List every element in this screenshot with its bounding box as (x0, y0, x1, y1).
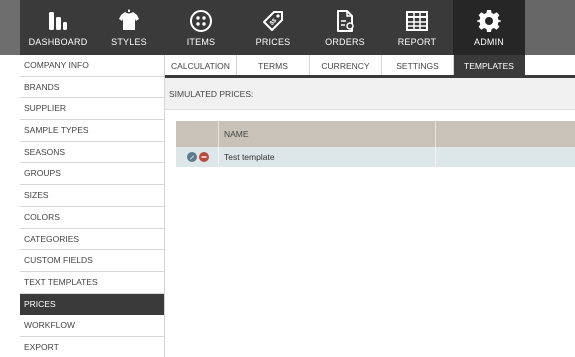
edit-icon[interactable] (187, 152, 197, 162)
sidebar-item-brands[interactable]: BRANDS (20, 76, 164, 99)
nav-report[interactable]: REPORT (379, 0, 455, 55)
nav-items[interactable]: ITEMS (163, 0, 239, 55)
nav-left-strip (0, 0, 20, 55)
nav-dashboard[interactable]: DASHBOARD (20, 0, 96, 55)
row-actions (176, 147, 219, 167)
tab-settings[interactable]: SETTINGS (382, 55, 454, 75)
sidebar-item-colors[interactable]: COLORS (20, 206, 164, 229)
tab-currency[interactable]: CURRENCY (310, 55, 382, 75)
nav-right-strip (525, 0, 575, 55)
shirt-icon (119, 9, 139, 30)
nav-admin-label: ADMIN (474, 37, 504, 47)
tab-terms[interactable]: TERMS (237, 55, 310, 75)
delete-icon[interactable] (199, 152, 209, 162)
row-name-cell: Test template (219, 147, 436, 167)
nav-prices-label: PRICES (255, 37, 291, 47)
price-tag-icon: $$ (263, 11, 283, 31)
name-column-header[interactable]: NAME (219, 121, 436, 147)
sidebar-item-prices[interactable]: PRICES (20, 293, 164, 316)
sidebar-item-sample-types[interactable]: SAMPLE TYPES (20, 120, 164, 142)
gear-icon (477, 10, 501, 32)
nav-prices[interactable]: $$ PRICES (235, 0, 311, 55)
dashboard-bars-icon (49, 12, 67, 30)
button-icon (190, 10, 212, 32)
name-column-header-label: NAME (224, 129, 249, 139)
sidebar-item-groups[interactable]: GROUPS (20, 163, 164, 186)
tab-calculation[interactable]: CALCULATION (165, 55, 237, 75)
templates-table: NAME Test template (176, 121, 575, 167)
nav-orders[interactable]: ORDERS (307, 0, 383, 55)
sidebar-item-export[interactable]: EXPORT (20, 336, 164, 357)
top-navigation: DASHBOARD STYLES ITEMS $$ PRICES ORDERS … (0, 0, 575, 55)
tab-templates[interactable]: TEMPLATES (454, 55, 525, 75)
sidebar-item-workflow[interactable]: WORKFLOW (20, 315, 164, 337)
sidebar-item-sizes[interactable]: SIZES (20, 185, 164, 207)
sidebar-item-seasons[interactable]: SEASONS (20, 141, 164, 164)
table-grid-icon (406, 11, 428, 31)
sidebar-item-custom-fields[interactable]: CUSTOM FIELDS (20, 250, 164, 272)
nav-items-label: ITEMS (186, 37, 216, 47)
sidebar-item-categories[interactable]: CATEGORIES (20, 228, 164, 251)
nav-styles-label: STYLES (111, 37, 147, 47)
admin-sidebar: COMPANY INFO BRANDS SUPPLIER SAMPLE TYPE… (20, 55, 165, 357)
prices-tabs: CALCULATION TERMS CURRENCY SETTINGS TEMP… (165, 55, 575, 78)
table-row[interactable]: Test template (176, 147, 575, 167)
order-document-icon (337, 10, 354, 32)
nav-dashboard-label: DASHBOARD (28, 37, 88, 47)
simulated-prices-bar: SIMULATED PRICES: (165, 78, 575, 110)
nav-admin[interactable]: ADMIN (453, 0, 525, 55)
nav-report-label: REPORT (397, 37, 437, 47)
sidebar-item-company-info[interactable]: COMPANY INFO (20, 55, 164, 77)
nav-styles[interactable]: STYLES (91, 0, 167, 55)
simulated-prices-label: SIMULATED PRICES: (169, 89, 254, 99)
table-header: NAME (176, 121, 575, 147)
actions-column-header (176, 121, 219, 147)
row-name: Test template (224, 152, 275, 162)
sidebar-item-supplier[interactable]: SUPPLIER (20, 98, 164, 121)
sidebar-item-text-templates[interactable]: TEXT TEMPLATES (20, 271, 164, 294)
nav-orders-label: ORDERS (325, 37, 365, 47)
